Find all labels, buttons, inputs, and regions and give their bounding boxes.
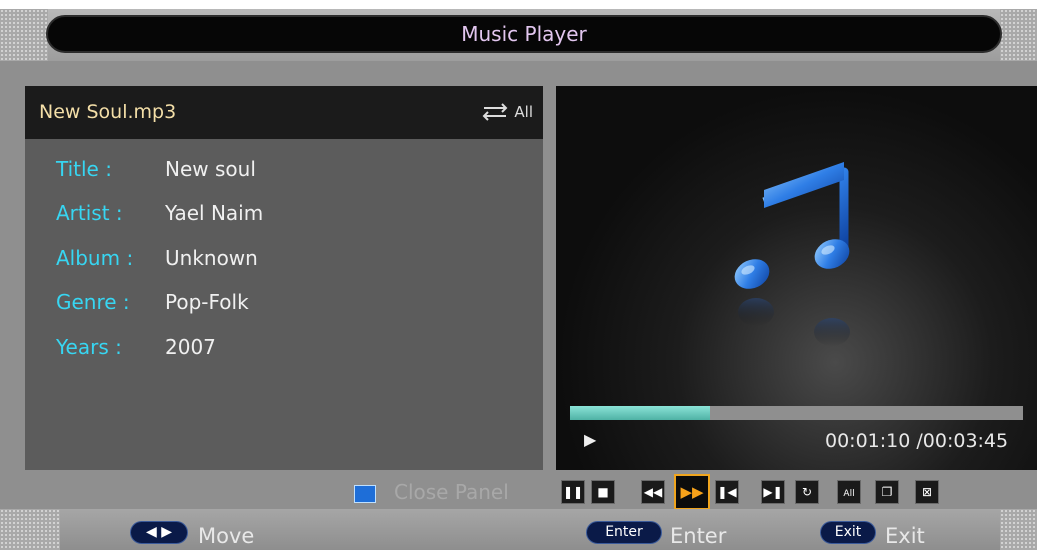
repeat-mode-indicator: All — [478, 102, 533, 122]
enter-key[interactable]: Enter — [586, 521, 662, 544]
footer-texture-left — [0, 509, 60, 550]
move-key-icon: ◀ ▶ — [130, 521, 188, 544]
stop-button[interactable]: ■ — [591, 480, 615, 504]
play-icon: ▶ — [584, 430, 597, 449]
file-name: New Soul.mp3 — [39, 101, 177, 123]
next-button[interactable]: ▶❚ — [761, 480, 785, 504]
repeat-icon: ↻ — [801, 485, 813, 499]
info-key: Genre : — [56, 290, 130, 314]
pause-button[interactable]: ❚❚ — [561, 480, 585, 504]
fast-forward-icon: ▶▶ — [680, 483, 704, 501]
playlist-button[interactable]: ❐ — [875, 480, 899, 504]
repeat-icon — [482, 103, 508, 121]
title-bar: Music Player — [46, 15, 1002, 53]
file-bar: New Soul.mp3 All — [25, 86, 543, 139]
info-value: Pop-Folk — [165, 290, 249, 314]
enter-label: Enter — [670, 524, 727, 548]
close-button[interactable]: ⊠ — [915, 480, 939, 504]
repeat-all-button[interactable]: All — [837, 480, 861, 504]
footer-texture-right — [1000, 509, 1037, 550]
info-key: Artist : — [56, 201, 123, 225]
info-key: Years : — [56, 335, 122, 359]
info-panel — [25, 86, 543, 470]
fast-forward-button[interactable]: ▶▶ — [674, 474, 710, 510]
header-texture-right — [1000, 9, 1037, 61]
repeat-button[interactable]: ↻ — [795, 480, 819, 504]
stop-icon: ■ — [597, 485, 609, 499]
info-value: Yael Naim — [165, 201, 264, 225]
skip-next-icon: ▶❚ — [763, 485, 783, 499]
exit-label: Exit — [885, 524, 925, 548]
exit-key[interactable]: Exit — [820, 521, 876, 544]
info-key: Title : — [56, 157, 112, 181]
rewind-icon: ◀◀ — [643, 485, 663, 499]
progress-fill — [570, 406, 711, 420]
close-panel-label[interactable]: Close Panel — [394, 480, 509, 504]
repeat-all-icon: All — [843, 489, 855, 499]
move-label: Move — [198, 524, 255, 548]
info-value: 2007 — [165, 335, 216, 359]
info-value: Unknown — [165, 246, 258, 270]
previous-button[interactable]: ❚◀ — [715, 480, 739, 504]
pause-icon: ❚❚ — [562, 485, 584, 499]
skip-previous-icon: ❚◀ — [717, 485, 737, 499]
close-icon: ⊠ — [921, 485, 933, 499]
repeat-mode-label: All — [514, 103, 533, 121]
window-title: Music Player — [461, 22, 587, 46]
music-note-icon — [734, 162, 850, 346]
playlist-icon: ❐ — [881, 485, 893, 499]
info-key: Album : — [56, 246, 134, 270]
info-value: New soul — [165, 157, 256, 181]
time-display: 00:01:10 /00:03:45 — [825, 430, 1009, 452]
blue-key-icon — [354, 485, 376, 503]
rewind-button[interactable]: ◀◀ — [641, 480, 665, 504]
progress-bar[interactable] — [570, 406, 1023, 420]
header-texture-left — [0, 9, 48, 61]
